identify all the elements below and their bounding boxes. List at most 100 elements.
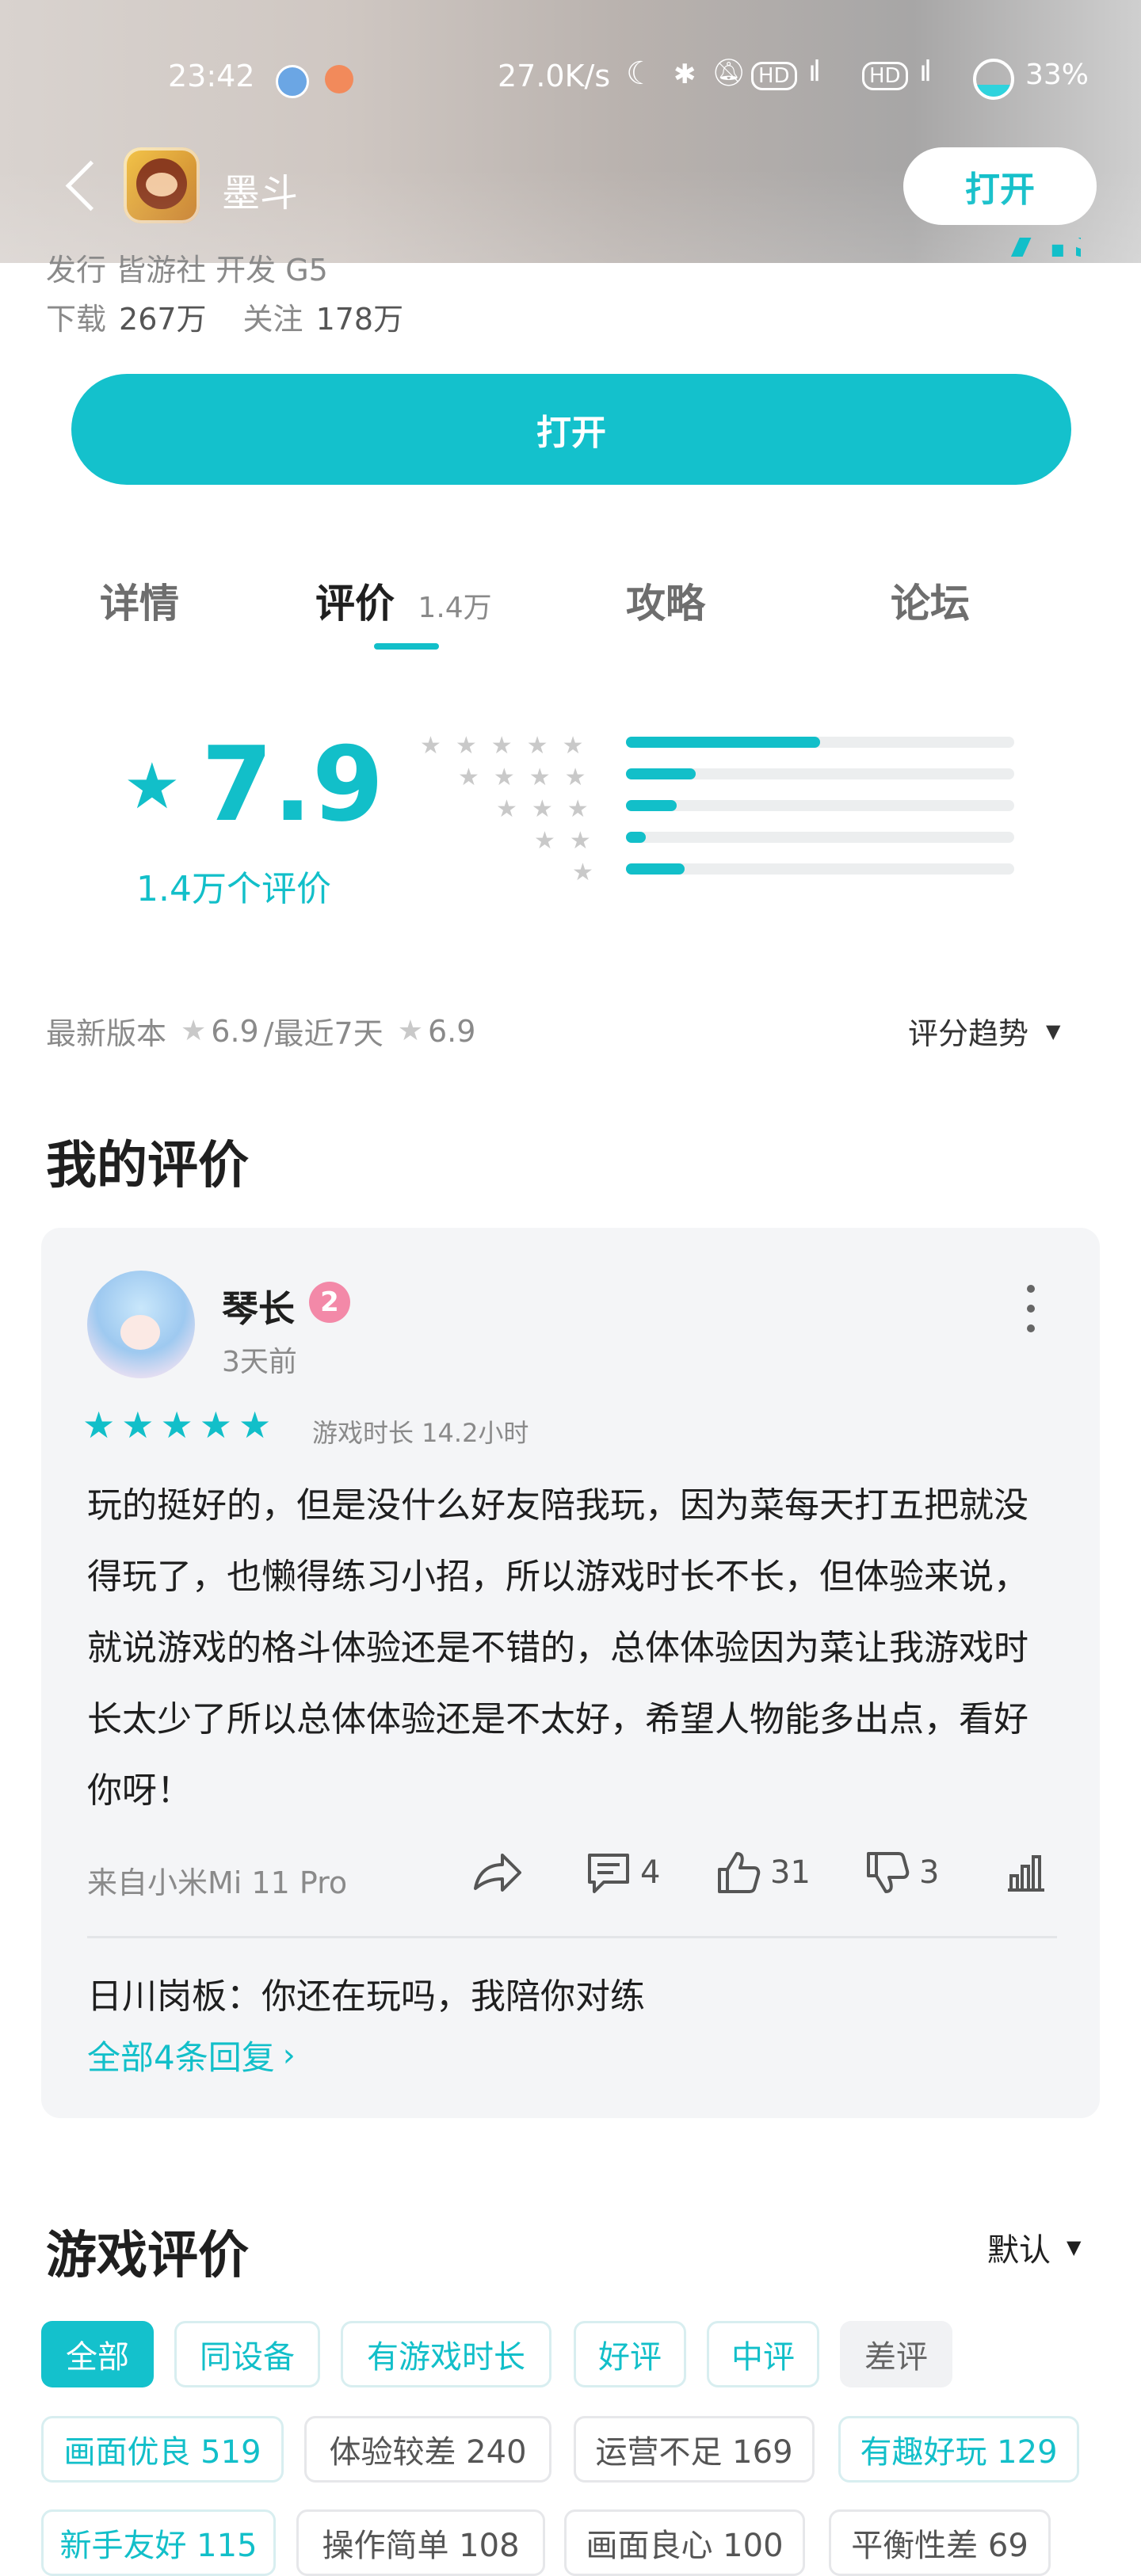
filter-all[interactable]: 全部 xyxy=(41,2321,154,2387)
header-open-button[interactable]: 打开 xyxy=(903,147,1097,225)
signal-icon-2: ıl xyxy=(919,55,932,88)
comment-icon xyxy=(588,1854,629,1893)
distribution-bar-fill-2 xyxy=(626,832,646,843)
tag-good-conscience-graphics[interactable]: 画面良心 100 xyxy=(564,2509,805,2576)
mute-icon: 🔕︎ xyxy=(712,57,746,89)
user-level-badge: 2 xyxy=(309,1282,350,1323)
distribution-bar-bg-1 xyxy=(626,863,1014,875)
version-scores: 最新版本 ★ 6.9 /最近7天 ★ 6.9 xyxy=(46,1009,475,1053)
thumbs-down-icon xyxy=(867,1852,910,1893)
review-time: 3天前 xyxy=(222,1346,297,1378)
tag-fun[interactable]: 有趣好玩 129 xyxy=(838,2416,1079,2483)
recent-label: /最近7天 xyxy=(263,1016,384,1051)
sort-label: 默认 xyxy=(987,2232,1051,2269)
score-star-icon: ★ xyxy=(124,749,181,823)
recent-score: 6.9 xyxy=(428,1013,476,1049)
downloads-value: 267万 xyxy=(119,302,207,337)
tab-reviews-count: 1.4万 xyxy=(418,592,492,624)
network-speed: 27.0K/s xyxy=(498,59,611,93)
distribution-bar-fill-1 xyxy=(626,863,685,875)
tab-forum[interactable]: 论坛 xyxy=(891,572,970,629)
latest-version-label: 最新版本 xyxy=(46,1016,167,1051)
distribution-bar-bg-4 xyxy=(626,768,1014,779)
latest-version-score: 6.9 xyxy=(211,1013,259,1049)
bar-chart-icon xyxy=(1008,1855,1044,1892)
dislike-button[interactable]: 3 xyxy=(864,1849,939,1896)
rating-trend-label: 评分趋势 xyxy=(908,1016,1029,1051)
version-star-icon: ★ xyxy=(181,1015,207,1047)
hd-icon: HD xyxy=(751,62,797,90)
play-time: 游戏时长 14.2小时 xyxy=(312,1418,529,1448)
open-button[interactable]: 打开 xyxy=(71,374,1071,485)
app-header: 23:42 27.0K/s ☾ ✱ 🔕︎ HD ıl HD ıl 33% 墨斗 … xyxy=(0,0,1141,263)
review-stars-icon: ★★★★★ xyxy=(82,1404,278,1446)
signal-icon: ıl xyxy=(808,55,821,88)
distribution-stars-2: ★★ xyxy=(534,827,605,855)
header-app-name: 墨斗 xyxy=(222,171,299,215)
distribution-bar-fill-3 xyxy=(626,800,677,811)
stats-button[interactable] xyxy=(1006,1849,1046,1896)
tab-reviews-label: 评价 xyxy=(315,581,395,627)
active-tab-indicator xyxy=(374,643,439,650)
tab-details[interactable]: 详情 xyxy=(100,572,179,629)
header-score-fragment: 7.9 xyxy=(1002,238,1081,269)
my-review-title: 我的评价 xyxy=(46,1137,249,1195)
chevron-right-icon: › xyxy=(282,2037,296,2074)
distribution-stars-3: ★★★ xyxy=(496,795,603,823)
rating-count: 1.4万个评价 xyxy=(136,869,331,909)
user-name[interactable]: 琴长 xyxy=(222,1280,295,1332)
downloads-label: 下载 xyxy=(46,302,107,337)
share-icon xyxy=(474,1854,521,1892)
all-replies-link[interactable]: 全部4条回复 › xyxy=(87,2031,296,2079)
comment-button[interactable]: 4 xyxy=(585,1849,660,1896)
app-notification-icon xyxy=(325,65,353,93)
average-score: 7.9 xyxy=(201,724,384,844)
filter-positive[interactable]: 好评 xyxy=(574,2321,686,2387)
follows-label: 关注 xyxy=(242,302,303,337)
tag-poor-operation[interactable]: 运营不足 169 xyxy=(574,2416,815,2483)
distribution-bar-bg-5 xyxy=(626,737,1014,748)
back-arrow-icon[interactable] xyxy=(65,160,116,211)
rating-trend-dropdown[interactable]: 评分趋势 ▼ xyxy=(908,1009,1060,1053)
tag-poor-experience[interactable]: 体验较差 240 xyxy=(304,2416,551,2483)
review-text: 玩的挺好的，但是没什么好友陪我玩，因为菜每天打五把就没得玩了，也懒得练习小招，所… xyxy=(87,1485,1028,1811)
filter-same-device[interactable]: 同设备 xyxy=(174,2321,320,2387)
distribution-stars-1: ★ xyxy=(572,859,608,886)
filter-neutral[interactable]: 中评 xyxy=(707,2321,819,2387)
tag-good-graphics[interactable]: 画面优良 519 xyxy=(41,2416,284,2483)
tag-easy-controls[interactable]: 操作简单 108 xyxy=(296,2509,545,2576)
moon-icon: ☾ xyxy=(626,55,654,92)
distribution-bar-fill-5 xyxy=(626,737,820,748)
tab-reviews[interactable]: 评价 1.4万 xyxy=(315,572,492,629)
tab-guides[interactable]: 攻略 xyxy=(626,572,705,629)
card-divider xyxy=(87,1936,1057,1938)
publisher-line: 发行 皆游社 开发 G5 xyxy=(46,253,328,288)
sort-caret-icon: ▼ xyxy=(1067,2236,1082,2258)
filter-has-playtime[interactable]: 有游戏时长 xyxy=(341,2321,551,2387)
notification-icon xyxy=(276,65,309,98)
hd-icon-2: HD xyxy=(862,62,908,90)
thumbs-up-icon xyxy=(718,1852,761,1893)
recent-star-icon: ★ xyxy=(397,1015,423,1047)
share-button[interactable] xyxy=(471,1849,523,1896)
dropdown-caret-icon: ▼ xyxy=(1046,1019,1061,1042)
tag-poor-balance[interactable]: 平衡性差 69 xyxy=(829,2509,1051,2576)
like-button[interactable]: 31 xyxy=(715,1849,811,1896)
follows-value: 178万 xyxy=(315,302,404,337)
more-options-icon[interactable] xyxy=(1027,1285,1035,1332)
battery-icon xyxy=(973,59,1014,100)
status-time: 23:42 xyxy=(168,59,255,93)
distribution-bar-bg-2 xyxy=(626,832,1014,843)
distribution-bar-bg-3 xyxy=(626,800,1014,811)
rating-distribution: ★★★★★ ★★★★ ★★★ ★★ ★ xyxy=(420,732,1022,895)
reply-preview: 日川岗板：你还在玩吗，我陪你对练 xyxy=(87,1976,645,2017)
tag-newbie-friendly[interactable]: 新手友好 115 xyxy=(41,2509,276,2576)
filter-negative[interactable]: 差评 xyxy=(840,2321,952,2387)
dislike-count: 3 xyxy=(919,1854,940,1891)
sort-dropdown[interactable]: 默认 ▼ xyxy=(987,2224,1081,2270)
bluetooth-icon: ✱ xyxy=(674,59,696,90)
comment-count: 4 xyxy=(640,1854,661,1891)
distribution-stars-5: ★★★★★ xyxy=(420,732,598,760)
avatar[interactable] xyxy=(87,1271,195,1378)
like-count: 31 xyxy=(770,1854,811,1891)
